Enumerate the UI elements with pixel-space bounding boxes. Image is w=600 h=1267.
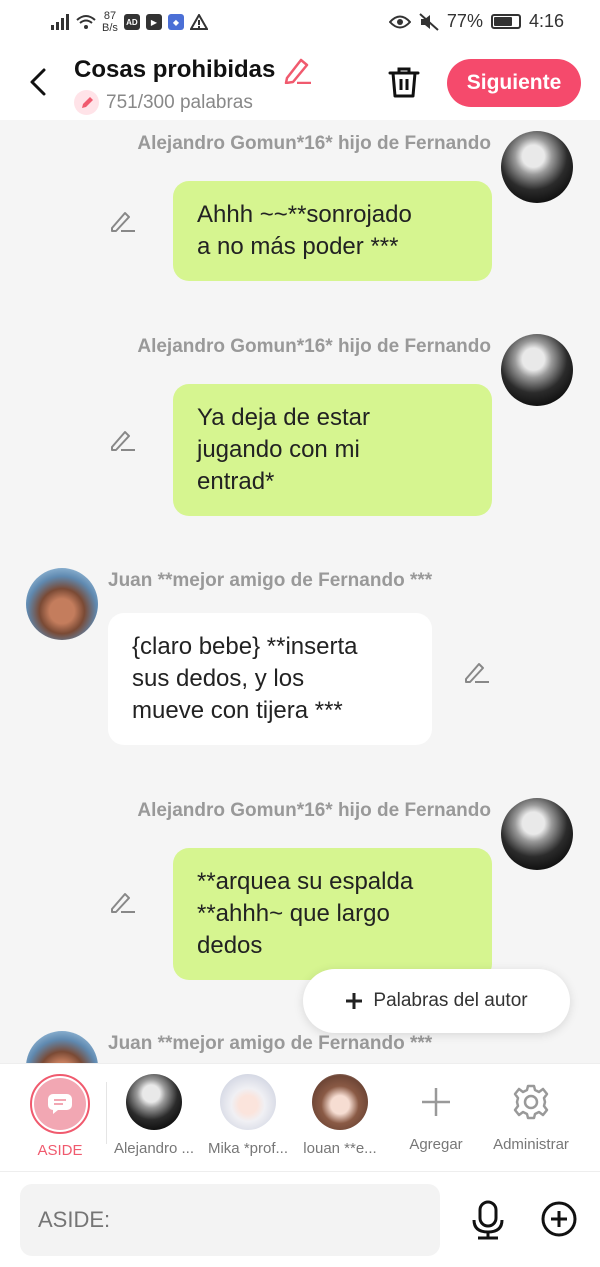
character-alejandro[interactable]: Alejandro ...: [106, 1074, 202, 1157]
status-left: 87 B/s AD ▶ ◆: [50, 10, 208, 34]
edit-icon[interactable]: [109, 887, 137, 915]
speaker-name: Juan **mejor amigo de Fernando ***: [108, 570, 433, 591]
speaker-name: Alejandro Gomun*16* hijo de Fernando: [137, 800, 491, 821]
message-line: entrad*: [197, 468, 275, 495]
add-circle-icon[interactable]: [540, 1200, 578, 1238]
plus-icon: [346, 993, 363, 1009]
message-bubble[interactable]: {claro bebe} **inserta sus dedos, y los …: [108, 613, 432, 745]
microphone-icon[interactable]: [470, 1200, 506, 1240]
battery-fill: [493, 17, 512, 26]
shield-app-icon: ◆: [167, 14, 184, 30]
message-line: Ahhh ~~**sonrojado: [197, 201, 412, 228]
message-bubble[interactable]: Ahhh ~~**sonrojado a no más poder ***: [173, 181, 492, 281]
status-bar: 87 B/s AD ▶ ◆ 77% 4:16: [0, 0, 600, 44]
character-louan[interactable]: louan **e...: [292, 1074, 388, 1157]
character-bar: ASIDE Alejandro ... Mika *prof... louan …: [0, 1063, 600, 1171]
avatar[interactable]: [501, 334, 573, 406]
edit-dot-icon: [74, 90, 99, 115]
story-title[interactable]: Cosas prohibidas: [74, 56, 275, 84]
battery-percent: 77%: [446, 11, 483, 31]
character-label: Administrar: [493, 1136, 569, 1153]
next-button[interactable]: Siguiente: [447, 59, 581, 107]
gear-icon: [513, 1084, 549, 1120]
message-line: **arquea su espalda: [197, 868, 414, 895]
message-line: jugando con mi: [197, 436, 360, 463]
message-bubble[interactable]: **arquea su espalda **ahhh~ que largo de…: [173, 848, 492, 980]
clock: 4:16: [528, 11, 564, 31]
speaker-name: Juan **mejor amigo de Fernando ***: [108, 1033, 433, 1054]
message-line: Ya deja de estar: [197, 404, 371, 431]
message-line: mueve con tijera ***: [132, 697, 343, 724]
aside-ring: [30, 1074, 90, 1134]
avatar[interactable]: [501, 798, 573, 870]
mute-icon: [419, 12, 439, 31]
author-notes-button[interactable]: Palabras del autor: [303, 969, 570, 1033]
word-count-row: 751/300 palabras: [74, 90, 253, 115]
chevron-left-icon: [30, 68, 46, 96]
ad-icon: AD: [123, 14, 140, 30]
message-input[interactable]: [20, 1184, 440, 1256]
edit-icon[interactable]: [463, 657, 491, 685]
speaker-name: Alejandro Gomun*16* hijo de Fernando: [137, 336, 491, 357]
character-label: louan **e...: [303, 1140, 377, 1157]
character-label: Alejandro ...: [113, 1140, 195, 1157]
signal-icon: [51, 14, 69, 30]
input-bar: [0, 1171, 600, 1267]
play-store-icon: ▶: [145, 14, 162, 30]
speed-unit: B/s: [102, 22, 118, 34]
speaker-name: Alejandro Gomun*16* hijo de Fernando: [137, 133, 491, 154]
avatar: [126, 1074, 182, 1130]
warning-icon: [189, 14, 208, 30]
edit-icon[interactable]: [109, 425, 137, 453]
avatar: [312, 1074, 368, 1130]
message-bubble[interactable]: Ya deja de estar jugando con mi entrad*: [173, 384, 492, 516]
character-label: Mika *prof...: [207, 1140, 289, 1157]
manage-characters-button[interactable]: Administrar: [482, 1074, 580, 1153]
avatar: [220, 1074, 276, 1130]
header: Cosas prohibidas 751/300 palabras Siguie…: [0, 44, 600, 120]
word-count: 751/300 palabras: [106, 91, 253, 113]
message-line: a no más poder ***: [197, 233, 399, 260]
pencil-icon[interactable]: [283, 56, 313, 84]
speed-value: 87: [103, 10, 117, 22]
character-aside[interactable]: ASIDE: [12, 1074, 108, 1159]
message-line: dedos: [197, 932, 263, 959]
eye-icon: [388, 15, 411, 28]
message-line: **ahhh~ que largo: [197, 900, 390, 927]
message-line: sus dedos, y los: [132, 665, 305, 692]
battery-icon: [490, 14, 521, 29]
network-speed: 87 B/s: [102, 10, 118, 34]
back-button[interactable]: [24, 64, 52, 100]
status-right: 77% 4:16: [388, 11, 564, 32]
author-notes-label: Palabras del autor: [373, 990, 528, 1011]
character-label: ASIDE: [37, 1142, 83, 1159]
add-character-button[interactable]: Agregar: [388, 1074, 484, 1153]
chat-area[interactable]: Alejandro Gomun*16* hijo de Fernando Ahh…: [0, 120, 600, 1063]
plus-icon: [422, 1088, 450, 1116]
character-mika[interactable]: Mika *prof...: [200, 1074, 296, 1157]
trash-icon[interactable]: [386, 64, 422, 100]
wifi-icon: [76, 15, 96, 29]
message-line: {claro bebe} **inserta: [132, 633, 358, 660]
avatar[interactable]: [26, 568, 98, 640]
story-title-row[interactable]: Cosas prohibidas: [74, 56, 313, 84]
aside-chat-icon: [34, 1078, 86, 1130]
avatar[interactable]: [26, 1031, 98, 1063]
character-label: Agregar: [409, 1136, 463, 1153]
edit-icon[interactable]: [109, 206, 137, 234]
avatar[interactable]: [501, 131, 573, 203]
